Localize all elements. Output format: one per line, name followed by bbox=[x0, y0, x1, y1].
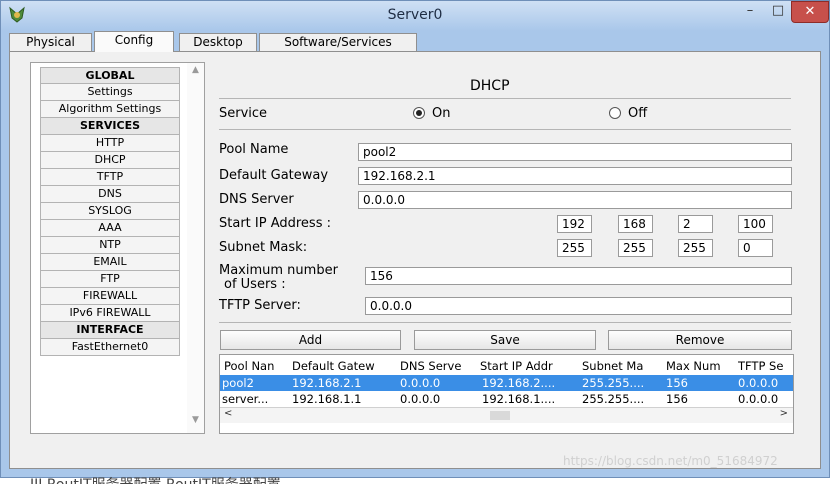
sidebar-item-services[interactable]: SERVICES bbox=[40, 118, 180, 135]
tftp-server-field[interactable]: 0.0.0.0 bbox=[365, 297, 792, 315]
sidebar-list: GLOBAL Settings Algorithm Settings SERVICES… bbox=[40, 67, 180, 356]
watermark: https://blog.csdn.net/m0_51684972 bbox=[563, 454, 778, 468]
scroll-left-icon[interactable]: < bbox=[224, 408, 232, 419]
scroll-down-icon[interactable]: ▼ bbox=[187, 415, 204, 431]
subnet-mask-octet-3[interactable]: 255 bbox=[678, 239, 713, 257]
divider bbox=[219, 98, 791, 99]
table-row[interactable]: pool2 192.168.2.1 0.0.0.0 192.168.2.... … bbox=[220, 375, 793, 391]
subnet-mask-octet-2[interactable]: 255 bbox=[618, 239, 653, 257]
table-cell: 255.255.... bbox=[582, 376, 645, 390]
sidebar-item-aaa[interactable]: AAA bbox=[40, 220, 180, 237]
config-content: GLOBAL Settings Algorithm Settings SERVICES… bbox=[9, 51, 821, 469]
pool-name-field[interactable]: pool2 bbox=[358, 143, 792, 161]
column-header[interactable]: Start IP Addr bbox=[480, 358, 578, 374]
scrollbar-thumb[interactable] bbox=[490, 411, 510, 420]
divider bbox=[219, 129, 791, 130]
title-bar[interactable]: Server0 – □ ✕ bbox=[1, 1, 829, 31]
subnet-mask-octet-4[interactable]: 0 bbox=[738, 239, 773, 257]
max-users-field[interactable]: 156 bbox=[365, 267, 792, 285]
sidebar-item-fastethernet0[interactable]: FastEthernet0 bbox=[40, 339, 180, 356]
window-title: Server0 bbox=[387, 7, 443, 23]
maximize-button[interactable]: □ bbox=[765, 1, 791, 23]
horizontal-scrollbar[interactable]: < > bbox=[220, 407, 793, 423]
max-users-label-line1: Maximum number bbox=[219, 263, 338, 278]
pool-name-label: Pool Name bbox=[219, 142, 289, 157]
service-on-radio[interactable] bbox=[413, 107, 425, 119]
background-text: III RoutIT服务器配置 RoutIT服务器配置 bbox=[30, 474, 281, 484]
start-ip-octet-3[interactable]: 2 bbox=[678, 215, 713, 233]
sidebar-item-firewall[interactable]: FIREWALL bbox=[40, 288, 180, 305]
dhcp-title: DHCP bbox=[470, 78, 510, 94]
table-cell: 0.0.0.0 bbox=[738, 392, 779, 406]
tab-desktop[interactable]: Desktop bbox=[179, 33, 257, 52]
table-cell: pool2 bbox=[222, 376, 254, 390]
start-ip-octet-1[interactable]: 192 bbox=[557, 215, 592, 233]
table-cell: server... bbox=[222, 392, 269, 406]
subnet-mask-octet-1[interactable]: 255 bbox=[557, 239, 592, 257]
server-window: Server0 – □ ✕ Physical Config Desktop So… bbox=[0, 0, 830, 478]
sidebar-item-interface[interactable]: INTERFACE bbox=[40, 322, 180, 339]
sidebar-item-dns[interactable]: DNS bbox=[40, 186, 180, 203]
scroll-up-icon[interactable]: ▲ bbox=[187, 65, 204, 81]
start-ip-label: Start IP Address : bbox=[219, 216, 331, 231]
column-header[interactable]: Subnet Ma bbox=[582, 358, 662, 374]
sidebar-item-ipv6-firewall[interactable]: IPv6 FIREWALL bbox=[40, 305, 180, 322]
scroll-right-icon[interactable]: > bbox=[780, 408, 788, 419]
sidebar-item-email[interactable]: EMAIL bbox=[40, 254, 180, 271]
subnet-mask-label: Subnet Mask: bbox=[219, 240, 308, 255]
service-on-label[interactable]: On bbox=[432, 106, 450, 121]
tftp-server-label: TFTP Server: bbox=[219, 298, 301, 313]
close-button[interactable]: ✕ bbox=[791, 1, 829, 23]
start-ip-octet-4[interactable]: 100 bbox=[738, 215, 773, 233]
remove-button[interactable]: Remove bbox=[608, 330, 792, 350]
table-cell: 156 bbox=[666, 392, 688, 406]
sidebar-scrollbar[interactable]: ▲ ▼ bbox=[187, 63, 204, 433]
start-ip-octet-2[interactable]: 168 bbox=[618, 215, 653, 233]
service-off-radio[interactable] bbox=[609, 107, 621, 119]
minimize-button[interactable]: – bbox=[736, 1, 764, 23]
table-cell: 192.168.1.1 bbox=[292, 392, 362, 406]
column-header[interactable]: Pool Nan bbox=[224, 358, 288, 374]
tab-physical[interactable]: Physical bbox=[9, 33, 92, 52]
sidebar-item-dhcp[interactable]: DHCP bbox=[40, 152, 180, 169]
dhcp-pool-table: Pool Nan Default Gatew DNS Serve Start I… bbox=[219, 354, 794, 434]
table-cell: 0.0.0.0 bbox=[400, 376, 441, 390]
dns-server-field[interactable]: 0.0.0.0 bbox=[358, 191, 792, 209]
service-label: Service bbox=[219, 106, 268, 121]
table-cell: 192.168.2.... bbox=[482, 376, 556, 390]
table-row[interactable]: server... 192.168.1.1 0.0.0.0 192.168.1.… bbox=[220, 391, 793, 407]
table-cell: 156 bbox=[666, 376, 688, 390]
sidebar-item-algorithm-settings[interactable]: Algorithm Settings bbox=[40, 101, 180, 118]
save-button[interactable]: Save bbox=[414, 330, 596, 350]
config-sidebar: GLOBAL Settings Algorithm Settings SERVICES… bbox=[30, 62, 205, 434]
column-header[interactable]: Max Num bbox=[666, 358, 734, 374]
default-gateway-field[interactable]: 192.168.2.1 bbox=[358, 167, 792, 185]
sidebar-item-http[interactable]: HTTP bbox=[40, 135, 180, 152]
column-header[interactable]: TFTP Se bbox=[738, 358, 793, 374]
table-cell: 192.168.1.... bbox=[482, 392, 556, 406]
table-cell: 0.0.0.0 bbox=[400, 392, 441, 406]
table-cell: 0.0.0.0 bbox=[738, 376, 779, 390]
sidebar-item-settings[interactable]: Settings bbox=[40, 84, 180, 101]
sidebar-item-ftp[interactable]: FTP bbox=[40, 271, 180, 288]
sidebar-item-syslog[interactable]: SYSLOG bbox=[40, 203, 180, 220]
sidebar-item-global[interactable]: GLOBAL bbox=[40, 67, 180, 84]
divider bbox=[219, 322, 791, 323]
table-cell: 192.168.2.1 bbox=[292, 376, 362, 390]
max-users-label-line2: of Users : bbox=[224, 277, 286, 292]
add-button[interactable]: Add bbox=[220, 330, 401, 350]
default-gateway-label: Default Gateway bbox=[219, 168, 329, 183]
dns-server-label: DNS Server bbox=[219, 192, 294, 207]
column-header[interactable]: DNS Serve bbox=[400, 358, 476, 374]
table-cell: 255.255.... bbox=[582, 392, 645, 406]
tab-software-services[interactable]: Software/Services bbox=[259, 33, 417, 52]
table-header: Pool Nan Default Gatew DNS Serve Start I… bbox=[220, 358, 793, 374]
sidebar-item-ntp[interactable]: NTP bbox=[40, 237, 180, 254]
sidebar-item-tftp[interactable]: TFTP bbox=[40, 169, 180, 186]
column-header[interactable]: Default Gatew bbox=[292, 358, 396, 374]
service-off-label[interactable]: Off bbox=[628, 106, 647, 121]
tab-config[interactable]: Config bbox=[94, 31, 174, 52]
